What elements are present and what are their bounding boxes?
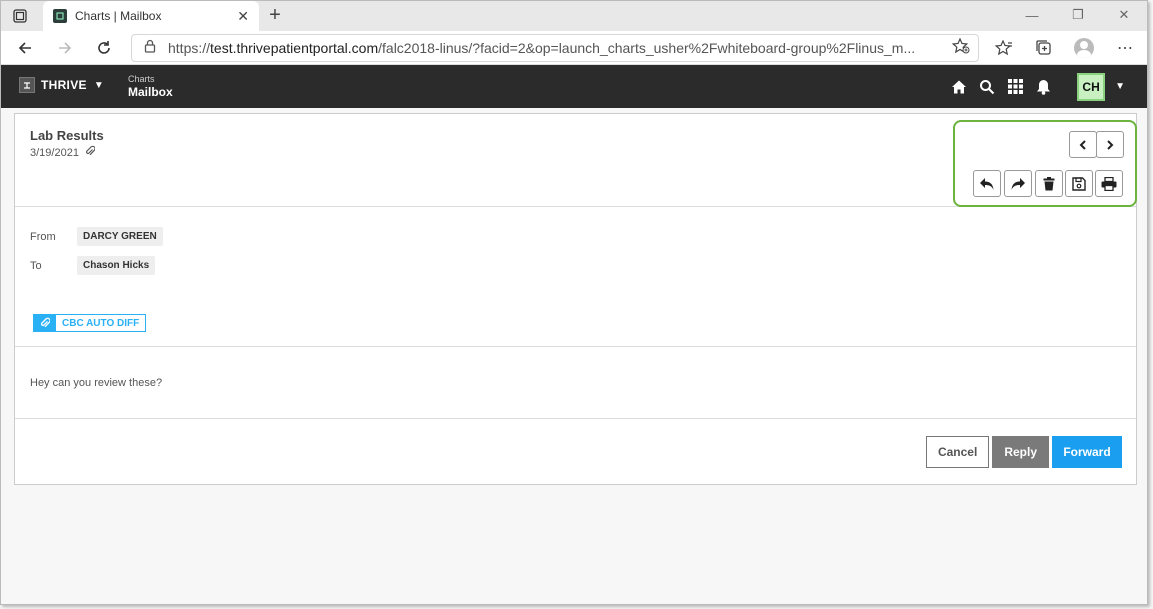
new-tab-icon[interactable]: +: [263, 4, 287, 27]
back-icon[interactable]: [13, 36, 37, 60]
address-bar[interactable]: https://test.thrivepatientportal.com/fal…: [131, 34, 979, 62]
reply-icon[interactable]: [973, 170, 1001, 197]
url-path: /falc2018-linus/?facid=2&op=launch_chart…: [378, 40, 916, 56]
thrive-logo-icon: [19, 77, 35, 93]
cancel-button[interactable]: Cancel: [925, 436, 990, 468]
page-title: Mailbox: [128, 85, 173, 99]
profile-icon[interactable]: [1072, 36, 1096, 60]
message-date-row: 3/19/2021: [30, 145, 96, 160]
caret-down-icon: ▼: [93, 79, 104, 91]
message-toolbar: [953, 120, 1137, 207]
url-host: test.thrivepatientportal.com: [210, 40, 379, 56]
action-buttons: Cancel Reply Forward: [923, 436, 1122, 468]
lock-icon[interactable]: [144, 39, 156, 58]
paperclip-icon: [34, 315, 56, 331]
trash-icon[interactable]: [1035, 170, 1063, 197]
reply-button[interactable]: Reply: [992, 436, 1049, 468]
from-row: From DARCY GREEN: [30, 227, 163, 246]
user-menu-caret-icon[interactable]: ▼: [1115, 81, 1125, 92]
message-body: Hey can you review these?: [30, 377, 163, 389]
thrive-favicon-icon: [53, 9, 67, 23]
close-window-icon[interactable]: ✕: [1101, 1, 1147, 29]
breadcrumb: Charts Mailbox: [128, 75, 173, 99]
browser-tab[interactable]: Charts | Mailbox ✕: [43, 1, 259, 31]
message-date: 3/19/2021: [30, 146, 79, 159]
from-label: From: [30, 230, 56, 243]
url-text: https://test.thrivepatientportal.com/fal…: [168, 40, 952, 56]
more-options-icon[interactable]: ⋯: [1113, 36, 1137, 60]
minimize-icon[interactable]: —: [1009, 1, 1055, 29]
favorites-icon[interactable]: [992, 36, 1016, 60]
forward-button[interactable]: Forward: [1052, 436, 1122, 468]
previous-message-button[interactable]: [1069, 131, 1097, 158]
from-chip: DARCY GREEN: [77, 227, 163, 246]
brand-name: THRIVE: [41, 78, 87, 92]
forward-icon[interactable]: [1004, 170, 1032, 197]
tab-title: Charts | Mailbox: [75, 9, 162, 23]
apps-grid-icon[interactable]: [1001, 73, 1029, 101]
url-scheme: https://: [168, 40, 211, 56]
message-header: Lab Results 3/19/2021: [15, 114, 1137, 207]
browser-window: Charts | Mailbox ✕ + — ❐ ✕ https://test.…: [0, 0, 1148, 605]
forward-nav-icon[interactable]: [53, 36, 77, 60]
print-icon[interactable]: [1095, 170, 1123, 197]
restore-icon[interactable]: ❐: [1055, 1, 1101, 29]
to-row: To Chason Hicks: [30, 256, 156, 275]
home-icon[interactable]: [945, 73, 973, 101]
tab-actions-icon[interactable]: [9, 7, 31, 25]
message-panel: Lab Results 3/19/2021 From DARCY GREEN T…: [14, 113, 1137, 485]
message-subject: Lab Results: [30, 128, 104, 143]
to-chip: Chason Hicks: [77, 256, 156, 275]
search-icon[interactable]: [973, 73, 1001, 101]
breadcrumb-parent[interactable]: Charts: [128, 75, 173, 84]
save-icon[interactable]: [1065, 170, 1093, 197]
to-label: To: [30, 259, 42, 272]
window-controls: — ❐ ✕: [1009, 1, 1147, 31]
paperclip-icon: [85, 145, 96, 160]
avatar[interactable]: CH: [1077, 72, 1106, 101]
collections-icon[interactable]: [1032, 36, 1056, 60]
tab-strip: Charts | Mailbox ✕ + — ❐ ✕: [1, 1, 1147, 31]
attachment-name: CBC AUTO DIFF: [56, 315, 146, 331]
browser-toolbar: https://test.thrivepatientportal.com/fal…: [1, 31, 1147, 65]
refresh-icon[interactable]: [92, 36, 116, 60]
header-icons: CH ▼: [945, 65, 1147, 108]
footer-divider: [15, 418, 1136, 419]
attachment-link[interactable]: CBC AUTO DIFF: [33, 314, 147, 332]
bell-icon[interactable]: [1029, 73, 1057, 101]
next-message-button[interactable]: [1096, 131, 1124, 158]
tab-close-icon[interactable]: ✕: [237, 8, 249, 25]
brand-menu[interactable]: THRIVE ▼: [19, 77, 104, 93]
message-addresses: From DARCY GREEN To Chason Hicks CBC AUT…: [15, 207, 1136, 347]
app-header: THRIVE ▼ Charts Mailbox CH ▼: [1, 65, 1147, 108]
favorite-star-icon[interactable]: [951, 37, 970, 59]
